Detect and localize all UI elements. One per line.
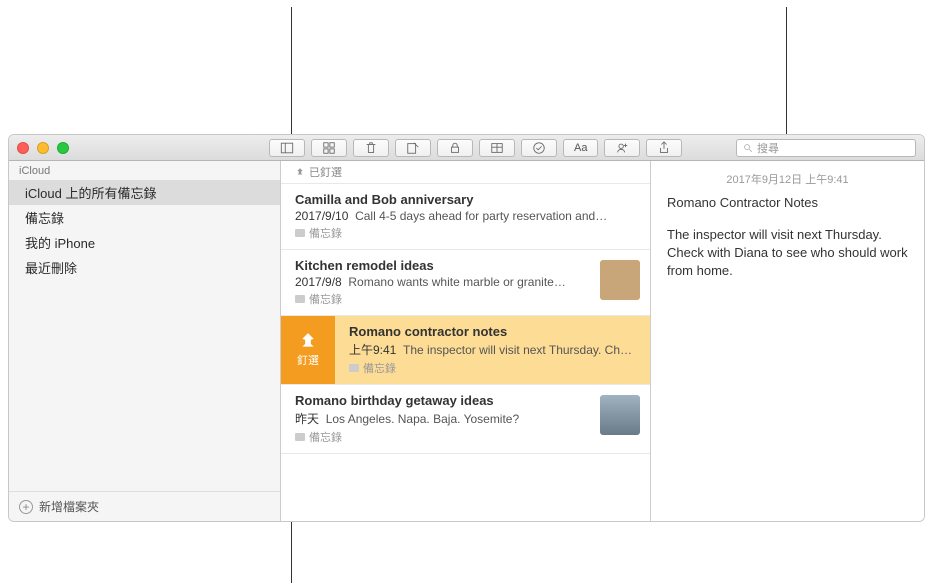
toggle-sidebar-button[interactable] xyxy=(269,139,305,157)
trash-icon xyxy=(364,141,378,155)
note-list: 已釘選 Camilla and Bob anniversary 2017/9/1… xyxy=(281,161,651,521)
share-icon xyxy=(657,141,671,155)
window-minimize-button[interactable] xyxy=(37,142,49,154)
sidebar: iCloud iCloud 上的所有備忘錄 備忘錄 我的 iPhone 最近刪除… xyxy=(9,161,281,521)
titlebar: Aa 搜尋 xyxy=(9,135,924,161)
lock-icon xyxy=(448,141,462,155)
pin-action-label: 釘選 xyxy=(297,352,319,368)
checkmark-circle-icon xyxy=(532,141,546,155)
note-date: 昨天 xyxy=(295,412,319,426)
window-close-button[interactable] xyxy=(17,142,29,154)
note-preview: Los Angeles. Napa. Baja. Yosemite? xyxy=(326,412,519,426)
compose-icon xyxy=(406,141,420,155)
note-editor[interactable]: 2017年9月12日 上午9:41 Romano Contractor Note… xyxy=(651,161,924,521)
folder-icon xyxy=(295,433,305,441)
search-icon xyxy=(743,143,753,153)
note-folder-label: 備忘錄 xyxy=(363,360,396,376)
note-date: 2017/9/8 xyxy=(295,275,342,289)
panel-icon xyxy=(280,141,294,155)
note-date: 上午9:41 xyxy=(349,343,396,357)
note-preview: Romano wants white marble or granite… xyxy=(348,275,565,289)
editor-title: Romano Contractor Notes xyxy=(667,195,908,210)
note-folder-label: 備忘錄 xyxy=(309,225,342,241)
note-title: Camilla and Bob anniversary xyxy=(295,192,636,207)
editor-date: 2017年9月12日 上午9:41 xyxy=(667,171,908,187)
note-item[interactable]: Kitchen remodel ideas 2017/9/8 Romano wa… xyxy=(281,250,650,316)
new-folder-button[interactable]: + 新增檔案夾 xyxy=(9,491,280,521)
note-preview: Call 4-5 days ahead for party reservatio… xyxy=(355,209,607,223)
pin-icon xyxy=(299,332,317,350)
pin-action-button[interactable]: 釘選 xyxy=(281,316,335,384)
search-field[interactable]: 搜尋 xyxy=(736,139,916,157)
person-plus-icon xyxy=(615,141,629,155)
note-title: Romano birthday getaway ideas xyxy=(295,393,636,408)
note-title: Kitchen remodel ideas xyxy=(295,258,636,273)
note-folder-label: 備忘錄 xyxy=(309,291,342,307)
format-button[interactable]: Aa xyxy=(563,139,598,157)
checklist-button[interactable] xyxy=(521,139,557,157)
sidebar-section-header: iCloud xyxy=(9,161,280,180)
folder-icon xyxy=(295,229,305,237)
new-folder-label: 新增檔案夾 xyxy=(39,498,99,515)
note-item[interactable]: Romano birthday getaway ideas 昨天 Los Ang… xyxy=(281,385,650,454)
sidebar-item-all-icloud[interactable]: iCloud 上的所有備忘錄 xyxy=(9,180,280,205)
note-folder-label: 備忘錄 xyxy=(309,429,342,445)
grid-icon xyxy=(322,141,336,155)
pinned-section-header: 已釘選 xyxy=(281,161,650,184)
note-item-selected[interactable]: 釘選 Romano contractor notes 上午9:41 The in… xyxy=(281,316,650,385)
search-placeholder: 搜尋 xyxy=(757,140,779,156)
window-zoom-button[interactable] xyxy=(57,142,69,154)
sidebar-item-my-iphone[interactable]: 我的 iPhone xyxy=(9,230,280,255)
note-title: Romano contractor notes xyxy=(349,324,636,339)
gallery-view-button[interactable] xyxy=(311,139,347,157)
plus-circle-icon: + xyxy=(19,500,33,514)
table-icon xyxy=(490,141,504,155)
sidebar-item-recently-deleted[interactable]: 最近刪除 xyxy=(9,255,280,280)
editor-body: The inspector will visit next Thursday. … xyxy=(667,226,908,281)
share-button[interactable] xyxy=(646,139,682,157)
new-note-button[interactable] xyxy=(395,139,431,157)
lock-note-button[interactable] xyxy=(437,139,473,157)
add-people-button[interactable] xyxy=(604,139,640,157)
note-item[interactable]: Camilla and Bob anniversary 2017/9/10 Ca… xyxy=(281,184,650,250)
folder-icon xyxy=(349,364,359,372)
note-thumbnail xyxy=(600,395,640,435)
text-format-icon: Aa xyxy=(574,142,587,154)
sidebar-item-notes[interactable]: 備忘錄 xyxy=(9,205,280,230)
delete-note-button[interactable] xyxy=(353,139,389,157)
note-preview: The inspector will visit next Thursday. … xyxy=(403,343,636,357)
table-button[interactable] xyxy=(479,139,515,157)
pin-icon xyxy=(295,167,305,177)
note-thumbnail xyxy=(600,260,640,300)
folder-icon xyxy=(295,295,305,303)
app-window: Aa 搜尋 iCloud iCloud 上的所有備忘錄 備忘錄 我的 iPh xyxy=(8,134,925,522)
note-date: 2017/9/10 xyxy=(295,209,348,223)
